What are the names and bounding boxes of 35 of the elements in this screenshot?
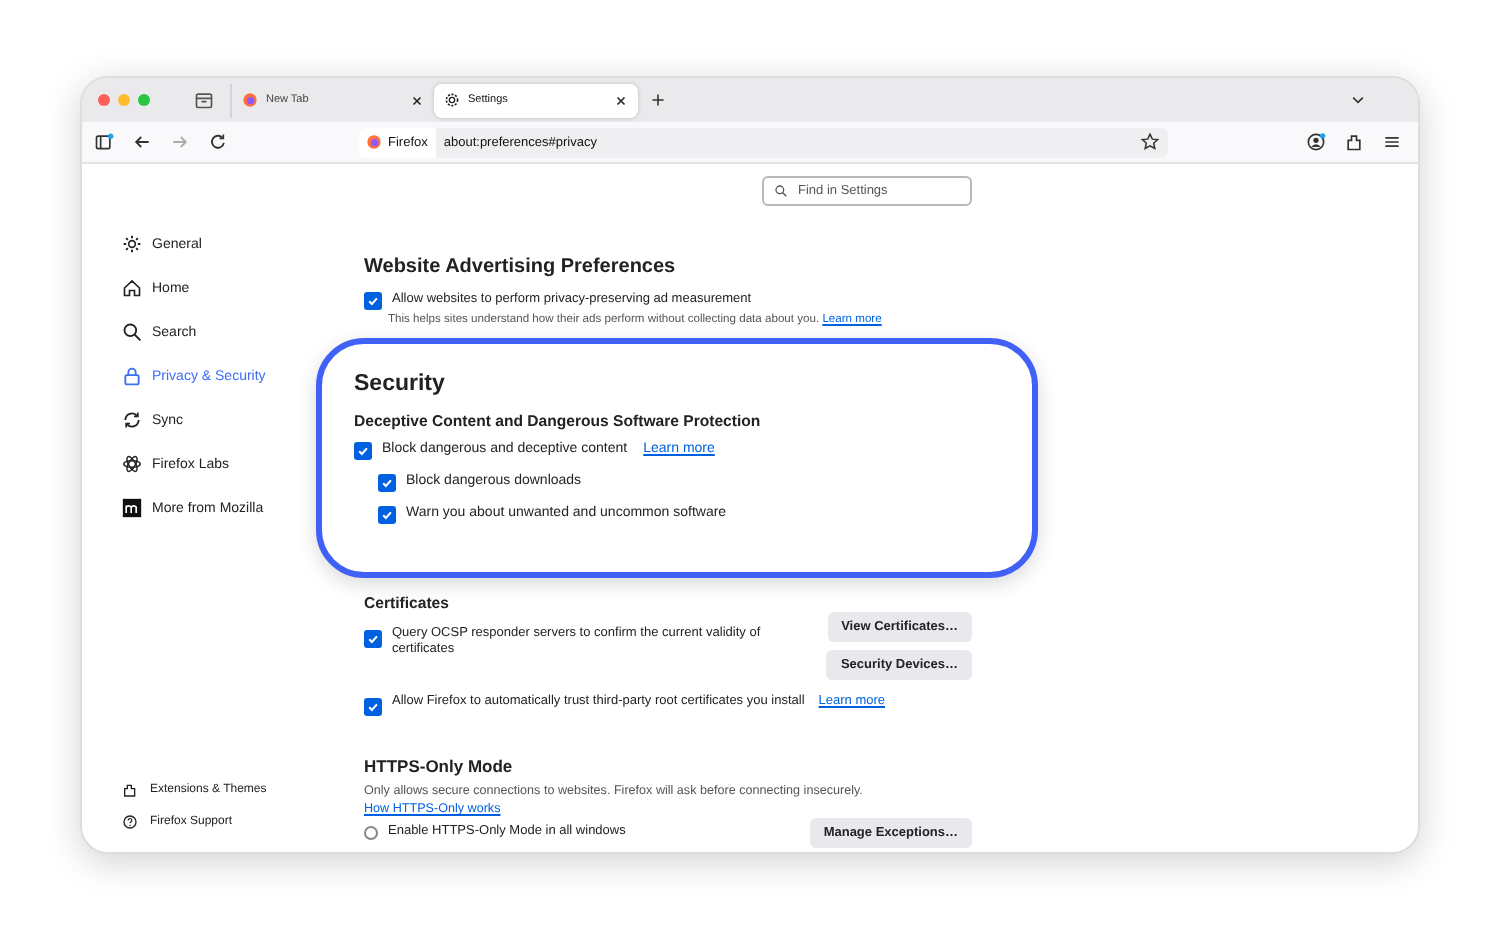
- checkbox[interactable]: [364, 630, 382, 648]
- browser-logo-icon: [366, 134, 382, 150]
- radio-button[interactable]: [364, 826, 378, 840]
- tab-list-icon[interactable]: [194, 90, 214, 110]
- menu-icon[interactable]: [1382, 132, 1402, 152]
- category-icon: [122, 322, 142, 342]
- new-tab-icon[interactable]: [650, 90, 666, 110]
- checkbox[interactable]: [364, 292, 382, 310]
- close-icon[interactable]: [410, 93, 424, 107]
- category-icon: [122, 498, 142, 518]
- settings-icon: [444, 92, 460, 108]
- checkbox[interactable]: [354, 442, 372, 460]
- close-window-icon[interactable]: [98, 94, 110, 106]
- category-icon: [122, 410, 142, 430]
- section-heading: Security: [354, 372, 447, 396]
- checkbox[interactable]: [378, 474, 396, 492]
- sidebar-icon[interactable]: [94, 132, 114, 152]
- category-icon: [122, 278, 142, 298]
- search-icon: [774, 184, 788, 198]
- back-icon[interactable]: [132, 132, 152, 152]
- extensions-icon[interactable]: [1344, 132, 1364, 152]
- reload-icon[interactable]: [208, 132, 228, 152]
- section-heading: HTTPS-Only Mode: [364, 756, 515, 776]
- checkbox[interactable]: [364, 698, 382, 716]
- category-icon: [122, 234, 142, 254]
- close-icon[interactable]: [614, 93, 628, 107]
- account-icon[interactable]: [1306, 132, 1326, 152]
- browser-logo-icon: [242, 92, 258, 108]
- section-heading: Website Advertising Preferences: [364, 256, 678, 278]
- category-icon: [122, 454, 142, 474]
- help-icon: [122, 814, 138, 830]
- bookmark-star-icon[interactable]: [1140, 132, 1160, 152]
- category-icon: [122, 366, 142, 386]
- puzzle-icon: [122, 782, 138, 798]
- checkbox[interactable]: [378, 506, 396, 524]
